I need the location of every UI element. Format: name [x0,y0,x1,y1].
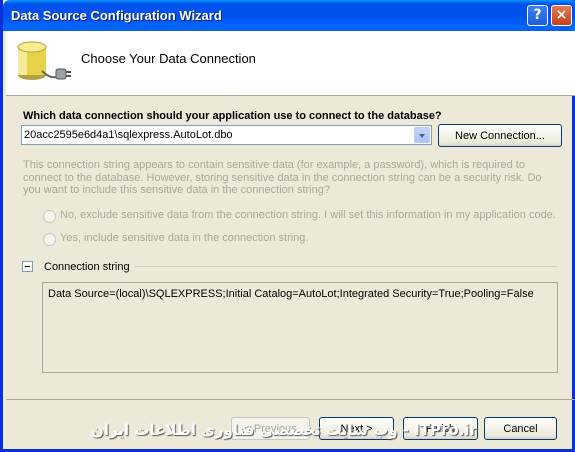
collapse-icon[interactable] [22,261,33,272]
wizard-window: Data Source Configuration Wizard ? × Cho… [0,0,575,452]
chevron-down-icon[interactable] [414,127,430,143]
connection-question: Which data connection should your applic… [23,110,442,122]
wizard-header: Choose Your Data Connection [6,31,575,96]
footer-divider [6,399,575,400]
close-button[interactable]: × [551,5,572,26]
help-button[interactable]: ? [527,5,548,26]
watermark: وب سایت تخصصی فناوری اطلاعات ایران - ITP… [91,421,477,439]
database-plug-icon [17,41,71,80]
section-divider [135,266,557,267]
radio-include[interactable] [43,233,56,246]
sensitive-data-info: This connection string appears to contai… [23,159,542,196]
new-connection-button[interactable]: New Connection... [438,124,562,147]
title-bar[interactable]: Data Source Configuration Wizard ? × [3,0,575,31]
connection-question-text: Which data connection should your applic… [23,110,442,122]
connection-string-value: Data Source=(local)\SQLEXPRESS;Initial C… [48,288,534,300]
include-sensitive-label: Yes, include sensitive data in the conne… [60,232,309,244]
connection-string-box[interactable]: Data Source=(local)\SQLEXPRESS;Initial C… [42,282,558,373]
connection-select-value: 20acc2595e6d4a1\sqlexpress.AutoLot.dbo [24,129,233,141]
radio-exclude[interactable] [43,210,56,223]
window-title: Data Source Configuration Wizard [11,8,222,23]
connection-string-label: Connection string [44,261,130,273]
page-title: Choose Your Data Connection [81,51,256,66]
connection-select[interactable]: 20acc2595e6d4a1\sqlexpress.AutoLot.dbo [21,125,432,145]
cancel-button[interactable]: Cancel [484,417,557,440]
exclude-sensitive-label: No, exclude sensitive data from the conn… [60,209,556,221]
